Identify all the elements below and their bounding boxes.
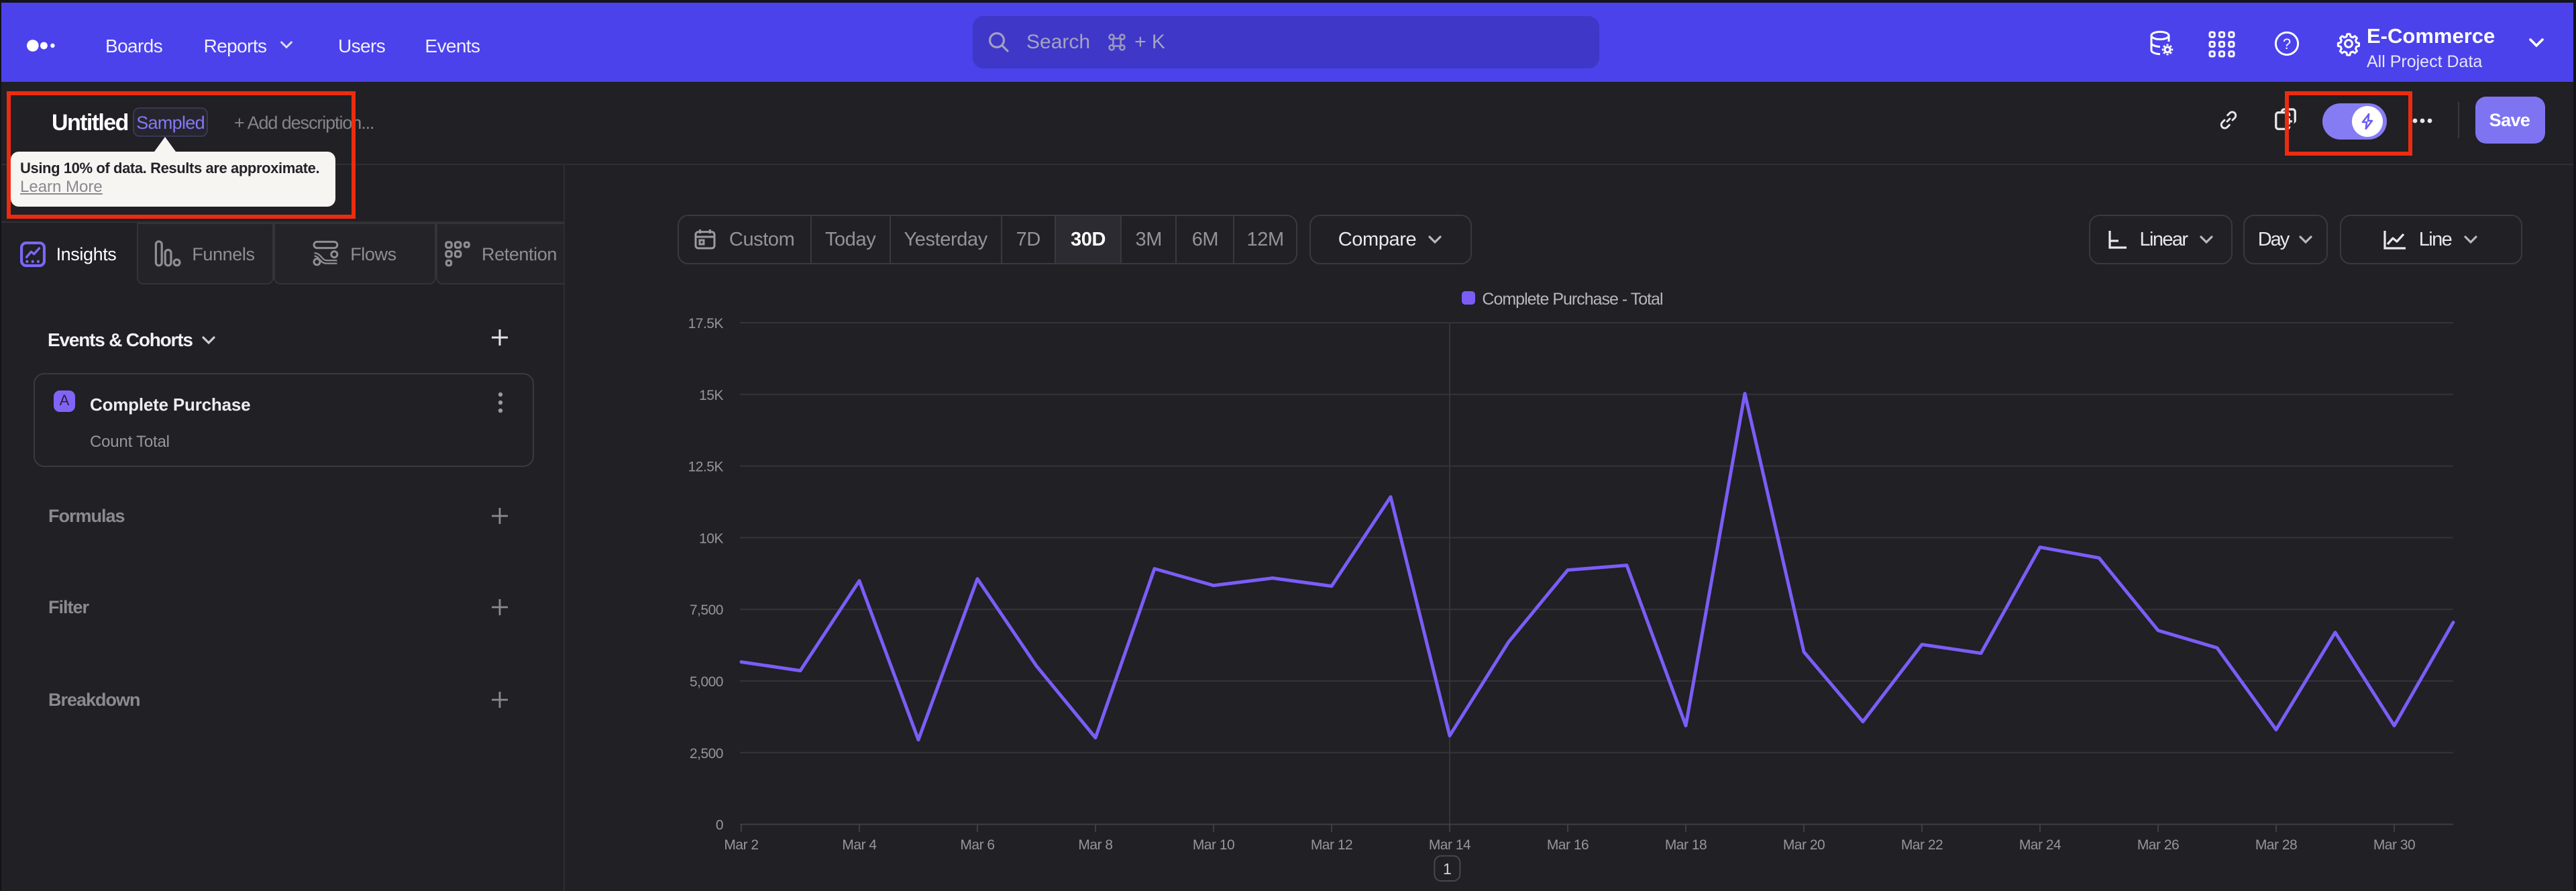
svg-text:17.5K: 17.5K <box>688 316 724 331</box>
svg-text:Mar 18: Mar 18 <box>1665 837 1707 853</box>
svg-text:2,500: 2,500 <box>690 746 723 762</box>
svg-text:Mar 12: Mar 12 <box>1311 837 1352 853</box>
svg-text:Mar 4: Mar 4 <box>842 837 877 853</box>
svg-text:Mar 14: Mar 14 <box>1429 837 1471 853</box>
svg-text:Mar 10: Mar 10 <box>1193 837 1234 853</box>
svg-text:?: ? <box>2283 36 2291 52</box>
svg-text:10K: 10K <box>699 531 723 546</box>
svg-text:Mar 8: Mar 8 <box>1078 837 1112 853</box>
svg-text:7,500: 7,500 <box>690 602 723 618</box>
svg-text:Mar 6: Mar 6 <box>960 837 994 853</box>
svg-text:Mar 24: Mar 24 <box>2019 837 2061 853</box>
svg-text:Mar 22: Mar 22 <box>1901 837 1943 853</box>
svg-text:1: 1 <box>1443 860 1452 878</box>
svg-text:12.5K: 12.5K <box>688 460 724 475</box>
svg-text:Complete Purchase - Total: Complete Purchase - Total <box>1482 290 1662 309</box>
svg-text:Mar 2: Mar 2 <box>724 837 758 853</box>
svg-text:0: 0 <box>716 818 723 833</box>
svg-text:Mar 20: Mar 20 <box>1783 837 1825 853</box>
svg-text:15K: 15K <box>699 388 723 403</box>
svg-text:5,000: 5,000 <box>690 674 723 690</box>
svg-text:Mar 26: Mar 26 <box>2137 837 2179 853</box>
svg-text:Mar 28: Mar 28 <box>2255 837 2297 853</box>
svg-text:Mar 16: Mar 16 <box>1547 837 1589 853</box>
svg-text:Mar 30: Mar 30 <box>2373 837 2415 853</box>
